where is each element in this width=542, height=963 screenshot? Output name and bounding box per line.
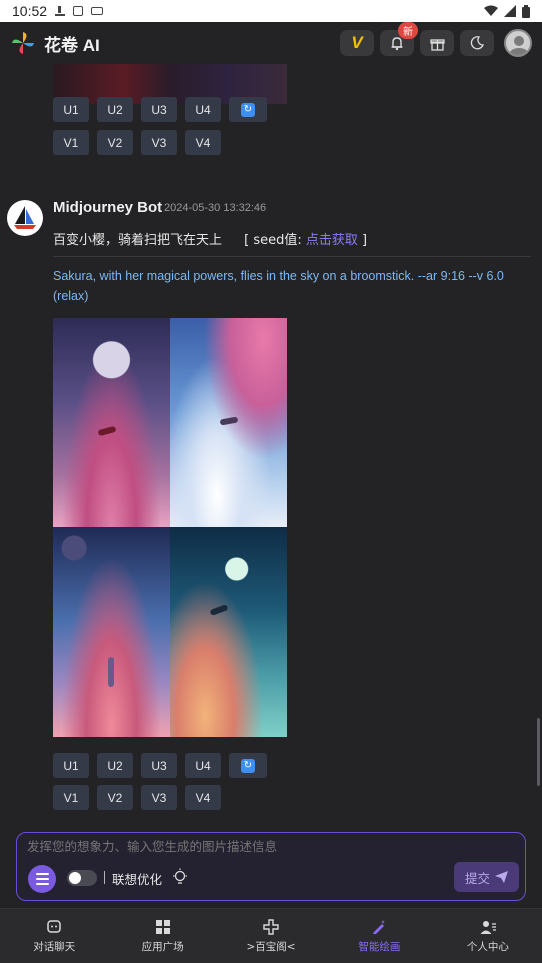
reroll-button[interactable]: ↻ — [229, 97, 267, 122]
variation-button-1[interactable]: V1 — [53, 130, 89, 155]
previous-upscale-row: U1 U2 U3 U4 ↻ — [53, 97, 267, 122]
nav-chat[interactable]: 对话聊天 — [0, 909, 108, 963]
puzzle-icon — [263, 918, 279, 935]
seed-link[interactable]: 点击获取 — [306, 233, 358, 248]
image-tile-4[interactable] — [170, 527, 287, 737]
seed-label: [ seed值: — [244, 233, 306, 248]
signal-icon — [504, 5, 516, 17]
upscale-button-3[interactable]: U3 — [141, 753, 177, 778]
variation-button-3[interactable]: V3 — [141, 130, 177, 155]
pinwheel-logo-icon — [12, 32, 34, 54]
variation-button-3[interactable]: V3 — [141, 785, 177, 810]
theme-toggle-button[interactable] — [460, 30, 494, 56]
upscale-button-4[interactable]: U4 — [185, 97, 221, 122]
submit-button[interactable]: 提交 — [454, 862, 519, 892]
prompt-line: 百变小樱，骑着扫把飞在天上 [ seed值: 点击获取 ] — [53, 229, 367, 248]
download-icon — [55, 6, 66, 16]
assoc-toggle[interactable] — [67, 870, 97, 886]
chat-icon — [47, 919, 61, 933]
user-avatar[interactable] — [504, 29, 532, 57]
upscale-button-2[interactable]: U2 — [97, 97, 133, 122]
bottom-nav: 对话聊天 应用广场 >百宝阁< 智能绘画 个人中心 — [0, 908, 542, 963]
variation-button-4[interactable]: V4 — [185, 785, 221, 810]
refresh-icon: ↻ — [241, 102, 255, 117]
gift-icon — [429, 38, 445, 51]
keyboard-icon — [91, 7, 104, 15]
prompt-input-panel: 联想优化 提交 — [16, 832, 526, 901]
generated-image-grid[interactable] — [53, 318, 287, 737]
divider — [53, 256, 531, 257]
grid-icon — [155, 919, 170, 934]
user-icon — [480, 920, 496, 934]
refresh-icon: ↻ — [241, 758, 255, 773]
scrollbar[interactable] — [537, 718, 540, 786]
upscale-button-1[interactable]: U1 — [53, 97, 89, 122]
nav-profile[interactable]: 个人中心 — [434, 909, 542, 963]
app-notification-icon — [73, 6, 84, 16]
assoc-label: 联想优化 — [112, 872, 163, 887]
bot-name: Midjourney Bot — [53, 199, 163, 216]
variation-button-4[interactable]: V4 — [185, 130, 221, 155]
battery-icon — [522, 4, 530, 18]
reroll-button[interactable]: ↻ — [229, 753, 267, 778]
app-title: 花卷 AI — [44, 35, 100, 55]
send-icon — [495, 871, 508, 883]
nav-label: 应用广场 — [141, 940, 184, 953]
variation-button-2[interactable]: V2 — [97, 130, 133, 155]
status-time: 10:52 — [12, 3, 48, 19]
bot-avatar — [7, 200, 43, 236]
nav-label: 智能绘画 — [358, 940, 401, 953]
image-tile-3[interactable] — [53, 527, 170, 737]
prompt-cn: 百变小樱，骑着扫把飞在天上 — [53, 233, 223, 248]
wifi-icon — [484, 5, 498, 16]
prompt-input[interactable] — [27, 840, 497, 854]
separator — [104, 871, 105, 884]
variation-button-2[interactable]: V2 — [97, 785, 133, 810]
status-bar: 10:52 — [0, 0, 542, 22]
chat-content[interactable]: U1 U2 U3 U4 ↻ V1 V2 V3 V4 Midjourney Bot… — [0, 22, 542, 830]
nav-label: 对话聊天 — [33, 940, 76, 953]
vip-icon: V — [351, 33, 363, 52]
prompt-en: Sakura, with her magical powers, flies i… — [53, 269, 504, 303]
new-badge: 新 — [398, 22, 418, 39]
variation-row: V1 V2 V3 V4 — [53, 785, 221, 810]
gift-button[interactable] — [420, 30, 454, 56]
app-header: 花卷 AI V 新 — [0, 22, 542, 64]
nav-label: >百宝阁< — [246, 940, 296, 953]
upscale-button-1[interactable]: U1 — [53, 753, 89, 778]
image-tile-2[interactable] — [170, 318, 287, 527]
previous-variation-row: V1 V2 V3 V4 — [53, 130, 221, 155]
vip-button[interactable]: V — [340, 30, 374, 56]
nav-label: 个人中心 — [466, 940, 509, 953]
nav-painting[interactable]: 智能绘画 — [325, 909, 433, 963]
submit-label: 提交 — [464, 870, 490, 886]
notification-button[interactable]: 新 — [380, 22, 418, 56]
variation-button-1[interactable]: V1 — [53, 785, 89, 810]
upscale-button-4[interactable]: U4 — [185, 753, 221, 778]
nav-apps[interactable]: 应用广场 — [108, 909, 216, 963]
nav-treasure[interactable]: >百宝阁< — [217, 909, 325, 963]
seed-close: ] — [357, 233, 368, 248]
sailboat-icon — [14, 206, 36, 229]
message-timestamp: 2024-05-30 13:32:46 — [164, 202, 267, 214]
upscale-button-3[interactable]: U3 — [141, 97, 177, 122]
moon-icon — [470, 36, 484, 50]
upscale-row: U1 U2 U3 U4 ↻ — [53, 753, 267, 778]
upscale-button-2[interactable]: U2 — [97, 753, 133, 778]
menu-button[interactable] — [28, 865, 56, 893]
image-tile-1[interactable] — [53, 318, 170, 527]
bulb-icon[interactable] — [172, 868, 188, 886]
paint-icon — [373, 919, 386, 934]
